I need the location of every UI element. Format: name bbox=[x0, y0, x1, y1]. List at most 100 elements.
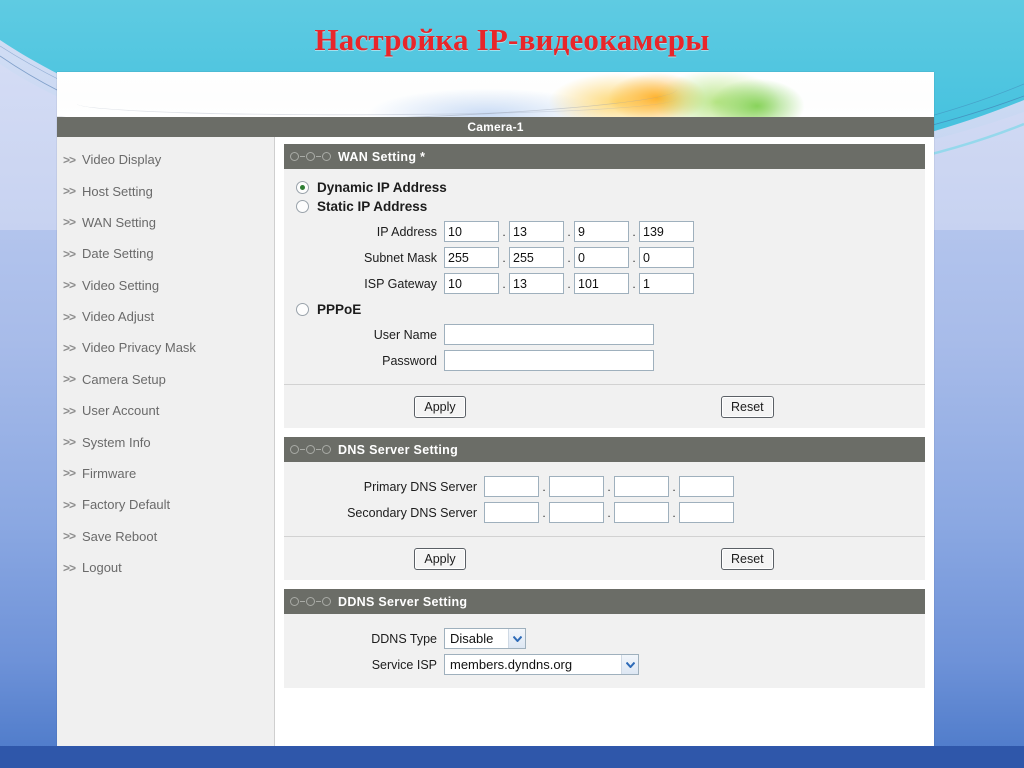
dynamic-ip-option[interactable]: Dynamic IP Address bbox=[284, 178, 925, 197]
ip-address-row: IP Address . . . bbox=[284, 221, 925, 242]
dns-reset-button[interactable]: Reset bbox=[721, 547, 774, 570]
sidebar-item-label: Save Reboot bbox=[82, 528, 158, 544]
isp-gateway-octet-4[interactable] bbox=[639, 273, 694, 294]
isp-gateway-octet-1[interactable] bbox=[444, 273, 499, 294]
dot-separator: . bbox=[632, 224, 636, 239]
sidebar-item-label: Video Setting bbox=[82, 277, 160, 293]
sidebar-navigation: >> Video Display >> Host Setting >> WAN … bbox=[57, 137, 275, 756]
sidebar-item-logout[interactable]: >> Logout bbox=[57, 552, 274, 583]
dot-separator: . bbox=[502, 224, 506, 239]
sidebar-item-camera-setup[interactable]: >> Camera Setup bbox=[57, 364, 274, 395]
pppoe-username-row: User Name bbox=[284, 324, 925, 345]
sidebar-item-label: Logout bbox=[82, 560, 122, 576]
service-isp-select[interactable]: members.dyndns.org bbox=[444, 654, 639, 675]
ddns-type-select[interactable]: Disable bbox=[444, 628, 526, 649]
dot-separator: . bbox=[567, 276, 571, 291]
sidebar-item-label: Firmware bbox=[82, 465, 137, 481]
isp-gateway-octet-2[interactable] bbox=[509, 273, 564, 294]
chain-link-icon bbox=[284, 597, 336, 606]
pppoe-option[interactable]: PPPoE bbox=[284, 300, 925, 319]
chevron-down-icon[interactable] bbox=[508, 629, 525, 648]
dynamic-ip-radio[interactable] bbox=[296, 181, 309, 194]
ddns-server-setting-header-label: DDNS Server Setting bbox=[338, 594, 468, 609]
chevron-right-icon: >> bbox=[63, 278, 76, 293]
chevron-right-icon: >> bbox=[63, 215, 76, 230]
sidebar-item-label: Date Setting bbox=[82, 246, 154, 262]
primary-dns-octet-2[interactable] bbox=[549, 476, 604, 497]
dot-separator: . bbox=[542, 479, 546, 494]
ip-address-octet-2[interactable] bbox=[509, 221, 564, 242]
sidebar-item-label: Camera Setup bbox=[82, 371, 166, 387]
chevron-right-icon: >> bbox=[63, 372, 76, 387]
primary-dns-row: Primary DNS Server . . . bbox=[284, 476, 925, 497]
subnet-mask-label: Subnet Mask bbox=[364, 250, 437, 265]
chevron-down-icon[interactable] bbox=[621, 655, 638, 674]
pppoe-username-input[interactable] bbox=[444, 324, 654, 345]
static-ip-option[interactable]: Static IP Address bbox=[284, 197, 925, 216]
static-ip-radio[interactable] bbox=[296, 200, 309, 213]
sidebar-item-user-account[interactable]: >> User Account bbox=[57, 395, 274, 426]
pppoe-password-row: Password bbox=[284, 350, 925, 371]
sidebar-item-system-info[interactable]: >> System Info bbox=[57, 426, 274, 457]
ip-address-octet-4[interactable] bbox=[639, 221, 694, 242]
dns-apply-button[interactable]: Apply bbox=[414, 547, 466, 570]
chain-link-icon bbox=[284, 152, 336, 161]
ddns-type-label: DDNS Type bbox=[371, 631, 437, 646]
secondary-dns-octet-4[interactable] bbox=[679, 502, 734, 523]
sidebar-item-label: Video Privacy Mask bbox=[82, 340, 196, 356]
sidebar-item-video-adjust[interactable]: >> Video Adjust bbox=[57, 301, 274, 332]
slide-bottom-bar bbox=[0, 746, 1024, 768]
sidebar-item-video-setting[interactable]: >> Video Setting bbox=[57, 270, 274, 301]
chevron-right-icon: >> bbox=[63, 466, 76, 481]
ip-address-octet-3[interactable] bbox=[574, 221, 629, 242]
camera-web-ui-panel: Camera-1 >> Video Display >> Host Settin… bbox=[57, 72, 934, 756]
sidebar-item-video-privacy-mask[interactable]: >> Video Privacy Mask bbox=[57, 332, 274, 363]
sidebar-item-date-setting[interactable]: >> Date Setting bbox=[57, 238, 274, 269]
secondary-dns-octet-3[interactable] bbox=[614, 502, 669, 523]
chevron-right-icon: >> bbox=[63, 309, 76, 324]
service-isp-row: Service ISP members.dyndns.org bbox=[284, 654, 925, 675]
ip-address-label: IP Address bbox=[376, 224, 437, 239]
ip-address-octet-1[interactable] bbox=[444, 221, 499, 242]
primary-dns-octet-1[interactable] bbox=[484, 476, 539, 497]
sidebar-item-label: User Account bbox=[82, 403, 160, 419]
pppoe-radio[interactable] bbox=[296, 303, 309, 316]
primary-dns-octet-3[interactable] bbox=[614, 476, 669, 497]
dot-separator: . bbox=[502, 276, 506, 291]
sidebar-item-save-reboot[interactable]: >> Save Reboot bbox=[57, 521, 274, 552]
wan-setting-body: Dynamic IP Address Static IP Address IP … bbox=[284, 169, 925, 384]
wan-setting-header-label: WAN Setting * bbox=[338, 149, 426, 164]
subnet-mask-octet-1[interactable] bbox=[444, 247, 499, 268]
banner-swoosh-line-2 bbox=[76, 82, 678, 117]
dot-separator: . bbox=[567, 224, 571, 239]
dns-server-setting-body: Primary DNS Server . . . Secondary DNS S… bbox=[284, 462, 925, 536]
pppoe-password-label: Password bbox=[382, 353, 437, 368]
secondary-dns-octet-1[interactable] bbox=[484, 502, 539, 523]
wan-setting-section: WAN Setting * Dynamic IP Address Static … bbox=[284, 144, 925, 428]
sidebar-item-label: System Info bbox=[82, 434, 151, 450]
dot-separator: . bbox=[567, 250, 571, 265]
secondary-dns-octet-2[interactable] bbox=[549, 502, 604, 523]
primary-dns-label: Primary DNS Server bbox=[363, 479, 477, 494]
primary-dns-octet-4[interactable] bbox=[679, 476, 734, 497]
sidebar-item-label: Video Adjust bbox=[82, 309, 155, 325]
subnet-mask-octet-4[interactable] bbox=[639, 247, 694, 268]
app-banner-image bbox=[57, 72, 934, 117]
static-ip-label: Static IP Address bbox=[317, 199, 428, 214]
dynamic-ip-label: Dynamic IP Address bbox=[317, 180, 447, 195]
subnet-mask-octet-2[interactable] bbox=[509, 247, 564, 268]
pppoe-password-input[interactable] bbox=[444, 350, 654, 371]
sidebar-item-host-setting[interactable]: >> Host Setting bbox=[57, 175, 274, 206]
ddns-type-row: DDNS Type Disable bbox=[284, 628, 925, 649]
ddns-server-setting-section: DDNS Server Setting DDNS Type Disable Se… bbox=[284, 589, 925, 688]
wan-apply-button[interactable]: Apply bbox=[414, 395, 466, 418]
sidebar-item-video-display[interactable]: >> Video Display bbox=[57, 144, 274, 175]
subnet-mask-octet-3[interactable] bbox=[574, 247, 629, 268]
sidebar-item-factory-default[interactable]: >> Factory Default bbox=[57, 489, 274, 520]
isp-gateway-octet-3[interactable] bbox=[574, 273, 629, 294]
wan-reset-button[interactable]: Reset bbox=[721, 395, 774, 418]
sidebar-item-firmware[interactable]: >> Firmware bbox=[57, 458, 274, 489]
secondary-dns-label: Secondary DNS Server bbox=[347, 505, 477, 520]
chevron-right-icon: >> bbox=[63, 529, 76, 544]
sidebar-item-wan-setting[interactable]: >> WAN Setting bbox=[57, 207, 274, 238]
